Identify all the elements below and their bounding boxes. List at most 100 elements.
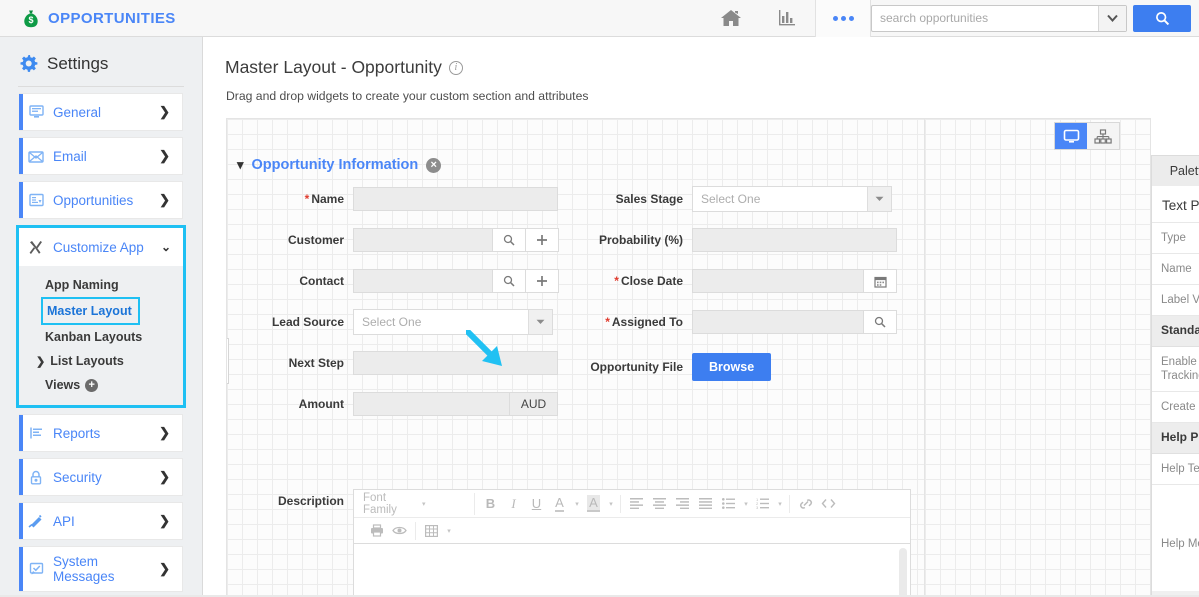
search-submit-button[interactable]	[1133, 4, 1191, 32]
align-justify-icon[interactable]	[694, 492, 717, 515]
close-date-input[interactable]	[692, 269, 864, 293]
sidebar-divider	[18, 86, 184, 87]
chevron-right-icon: ❯	[159, 513, 170, 528]
source-code-icon[interactable]	[817, 492, 840, 515]
search-box	[871, 4, 1127, 32]
table-icon[interactable]	[420, 519, 443, 542]
desktop-view-icon[interactable]	[1055, 123, 1087, 149]
assigned-to-input[interactable]	[692, 310, 864, 334]
toolbar-divider	[620, 494, 621, 513]
chevron-down-icon[interactable]: ▾	[571, 492, 582, 515]
sidebar-item-views[interactable]: Views +	[19, 373, 183, 397]
plus-icon[interactable]	[526, 228, 559, 252]
field-row-contact: Contact	[227, 269, 572, 293]
description-scrollbar[interactable]	[899, 548, 907, 597]
amount-input[interactable]	[353, 392, 510, 416]
search-filter-caret-icon[interactable]	[1098, 5, 1126, 31]
required-asterisk: *	[605, 315, 610, 329]
hierarchy-view-icon[interactable]	[1087, 123, 1119, 149]
chevron-left-icon[interactable]: ❮	[227, 338, 229, 384]
form-column-right: Sales Stage Select One Probability (%) *…	[572, 186, 924, 400]
info-circle-icon[interactable]: i	[448, 60, 463, 75]
sidebar-item-email[interactable]: Email ❯	[19, 137, 183, 175]
probability-input[interactable]	[692, 228, 897, 252]
highlight-color-icon[interactable]: A	[582, 492, 605, 515]
table-row: Create On	[1152, 392, 1199, 423]
report-icon	[19, 426, 53, 440]
lead-source-select[interactable]: Select One	[353, 309, 553, 335]
section-header-opportunity-information[interactable]: ▾ Opportunity Information ×	[237, 157, 442, 173]
align-left-icon[interactable]	[625, 492, 648, 515]
browse-button[interactable]: Browse	[692, 353, 772, 381]
property-key: Type	[1152, 223, 1199, 253]
bold-icon[interactable]: B	[479, 492, 502, 515]
page-subtitle: Drag and drop widgets to create your cus…	[226, 89, 589, 103]
align-center-icon[interactable]	[648, 492, 671, 515]
field-row-next-step: Next Step	[227, 351, 572, 375]
chevron-down-icon[interactable]: ▾	[605, 492, 616, 515]
sidebar-item-opportunities[interactable]: Opportunities ❯	[19, 181, 183, 219]
plus-circle-icon[interactable]: +	[85, 378, 99, 392]
contact-input[interactable]	[353, 269, 493, 293]
monitor-icon	[19, 105, 53, 119]
next-step-input[interactable]	[353, 351, 558, 375]
search-icon[interactable]	[493, 269, 526, 293]
plus-icon[interactable]	[526, 269, 559, 293]
sidebar-item-api[interactable]: API ❯	[19, 502, 183, 540]
field-row-customer: Customer	[227, 228, 572, 252]
home-icon[interactable]	[703, 0, 759, 37]
sidebar-item-reports[interactable]: Reports ❯	[19, 414, 183, 452]
tab-palette[interactable]: Palette	[1152, 156, 1199, 186]
chart-icon[interactable]	[759, 0, 815, 37]
italic-icon[interactable]: I	[502, 492, 525, 515]
sidebar-item-list-layouts[interactable]: ❯ List Layouts	[19, 349, 183, 373]
print-icon[interactable]	[365, 519, 388, 542]
sidebar-item-label: Security	[53, 469, 102, 485]
layout-canvas[interactable]: ❮ ▾ Opportunity Information × *Name Cust…	[226, 118, 925, 597]
chevron-down-icon[interactable]: ▾	[740, 492, 751, 515]
brand: $ OPPORTUNITIES	[0, 9, 176, 28]
name-input[interactable]	[353, 187, 558, 211]
close-circle-icon[interactable]: ×	[426, 157, 442, 173]
description-textarea[interactable]	[354, 544, 910, 597]
sidebar-item-master-layout[interactable]: Master Layout	[41, 297, 140, 325]
table-row: Help Text On	[1152, 454, 1199, 485]
sidebar-item-system-messages[interactable]: System Messages ❯	[19, 546, 183, 592]
search-icon[interactable]	[864, 310, 897, 334]
sidebar-nav-bottom: Reports ❯ Security ❯ API ❯ System Messag…	[0, 414, 202, 592]
chevron-right-icon: ❯	[159, 469, 170, 484]
calendar-icon[interactable]	[864, 269, 897, 293]
underline-icon[interactable]: U	[525, 492, 548, 515]
font-family-select[interactable]: Font Family ▾	[357, 492, 475, 516]
search-input[interactable]	[872, 5, 1098, 31]
chevron-down-icon[interactable]: ▾	[237, 157, 244, 173]
field-label: Amount	[298, 397, 344, 411]
text-color-icon[interactable]: A	[548, 492, 571, 515]
property-key: Create	[1152, 392, 1199, 422]
bullet-list-icon[interactable]	[717, 492, 740, 515]
field-label: Probability (%)	[598, 233, 683, 247]
search-icon[interactable]	[493, 228, 526, 252]
group-label: Standard Behavior	[1161, 323, 1199, 337]
field-label: Opportunity File	[590, 360, 683, 374]
sales-stage-select[interactable]: Select One	[692, 186, 892, 212]
chevron-down-icon[interactable]: ▾	[774, 492, 785, 515]
sidebar-item-general[interactable]: General ❯	[19, 93, 183, 131]
link-icon[interactable]	[794, 492, 817, 515]
sidebar-item-security[interactable]: Security ❯	[19, 458, 183, 496]
align-right-icon[interactable]	[671, 492, 694, 515]
customer-input[interactable]	[353, 228, 493, 252]
chevron-down-icon[interactable]: ▾	[443, 519, 454, 542]
field-label: * Name	[304, 192, 344, 206]
field-label: * Close Date	[614, 274, 683, 288]
description-editor[interactable]: Font Family ▾ B I U A ▾ A ▾ ▾ 1 2 3 ▾ ▾	[353, 489, 911, 597]
sidebar-item-customize-app[interactable]: Customize App ⌄	[19, 228, 183, 266]
editor-toolbar-row-2: ▾	[354, 518, 910, 544]
table-row: Enable Tracking Off	[1152, 347, 1199, 392]
numbered-list-icon[interactable]: 123	[751, 492, 774, 515]
svg-text:3: 3	[756, 505, 759, 509]
more-dots-icon[interactable]	[815, 0, 871, 37]
sidebar-item-app-naming[interactable]: App Naming	[19, 273, 183, 297]
sidebar-item-kanban-layouts[interactable]: Kanban Layouts	[19, 325, 183, 349]
preview-icon[interactable]	[388, 519, 411, 542]
